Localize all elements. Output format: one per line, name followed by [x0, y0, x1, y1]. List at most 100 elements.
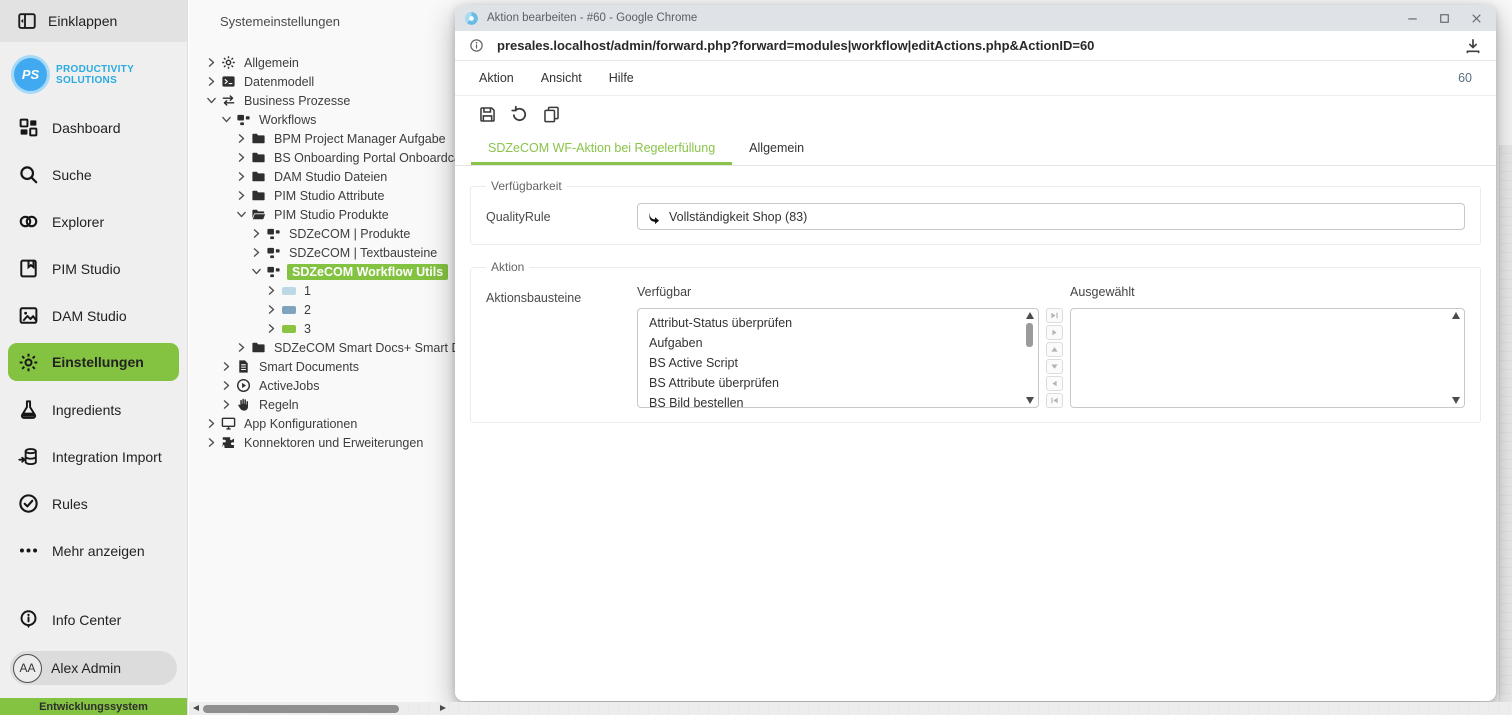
sidebar-item-mehr-anzeigen[interactable]: Mehr anzeigen — [0, 527, 187, 574]
chevron-right-icon[interactable] — [235, 151, 248, 164]
menu-ansicht[interactable]: Ansicht — [541, 69, 582, 87]
chevron-right-icon[interactable] — [220, 398, 233, 411]
tab-allgemein[interactable]: Allgemein — [732, 133, 821, 165]
list-item[interactable]: BS Active Script — [638, 353, 1038, 373]
list-item[interactable]: Aufgaben — [638, 333, 1038, 353]
action-legend: Aktion — [486, 260, 529, 274]
sidebar-item-info-center[interactable]: Info Center — [0, 596, 187, 643]
selected-listbox[interactable] — [1070, 308, 1465, 408]
scroll-up-icon[interactable] — [1026, 312, 1034, 319]
tree-node-label: SDZeCOM Workflow Utils — [287, 264, 448, 280]
knot-icon — [18, 211, 39, 232]
move-left-button[interactable] — [1046, 376, 1063, 391]
move-all-right-button[interactable] — [1046, 308, 1063, 323]
scroll-down-icon[interactable] — [1452, 397, 1460, 404]
vertical-scrollbar[interactable] — [1499, 145, 1512, 702]
chevron-right-icon[interactable] — [205, 56, 218, 69]
qualityrule-field[interactable]: Vollständigkeit Shop (83) — [637, 203, 1465, 230]
move-all-left-button[interactable] — [1046, 393, 1063, 408]
chevron-right-icon[interactable] — [220, 360, 233, 373]
sidebar-item-pim-studio[interactable]: PIM Studio — [0, 245, 187, 292]
tree-node-label: SDZeCOM | Textbausteine — [287, 245, 439, 261]
chevron-right-icon[interactable] — [265, 284, 278, 297]
chevron-right-icon[interactable] — [220, 379, 233, 392]
folder-icon — [251, 131, 266, 146]
selected-items — [1071, 309, 1464, 317]
horizontal-scrollbar-thumb[interactable] — [203, 705, 399, 713]
qualityrule-label: QualityRule — [486, 203, 637, 224]
flask-icon — [18, 399, 39, 420]
chevron-right-icon[interactable] — [205, 436, 218, 449]
sidebar-item-dashboard[interactable]: Dashboard — [0, 104, 187, 151]
chevron-right-icon[interactable] — [235, 341, 248, 354]
sidebar-collapse-button[interactable]: Einklappen — [0, 0, 187, 42]
download-icon[interactable] — [1464, 37, 1482, 55]
info-circle-icon[interactable] — [469, 38, 484, 53]
url-text[interactable]: presales.localhost/admin/forward.php?for… — [497, 38, 1094, 53]
available-label: Verfügbar — [637, 285, 1039, 299]
sidebar-item-suche[interactable]: Suche — [0, 151, 187, 198]
chevron-right-icon[interactable] — [250, 246, 263, 259]
chevron-down-icon[interactable] — [220, 113, 233, 126]
sitemap-icon — [266, 264, 281, 279]
list-item[interactable]: BS Bild bestellen — [638, 393, 1038, 408]
window-titlebar[interactable]: Aktion bearbeiten - #60 - Google Chrome — [455, 5, 1496, 31]
user-menu[interactable]: AA Alex Admin — [10, 651, 177, 685]
list-item[interactable]: BS Attribute überprüfen — [638, 373, 1038, 393]
maximize-button[interactable] — [1428, 6, 1460, 30]
sidebar-item-ingredients[interactable]: Ingredients — [0, 386, 187, 433]
tree-node-label: Regeln — [257, 397, 301, 413]
cycle-icon — [221, 93, 236, 108]
reload-button[interactable] — [510, 105, 529, 124]
chevron-down-icon[interactable] — [250, 265, 263, 278]
scroll-down-icon[interactable] — [1026, 397, 1034, 404]
sidebar-item-label: DAM Studio — [52, 308, 127, 324]
sidebar-item-einstellungen[interactable]: Einstellungen — [8, 343, 179, 381]
chevron-right-icon[interactable] — [205, 417, 218, 430]
available-items: Attribut-Status überprüfenAufgabenBS Act… — [638, 309, 1038, 408]
chip-icon — [281, 302, 296, 317]
tree-node-label: 3 — [302, 321, 313, 337]
menu-aktion[interactable]: Aktion — [479, 69, 514, 87]
move-right-button[interactable] — [1046, 325, 1063, 340]
folder-icon — [251, 340, 266, 355]
sitemap-icon — [236, 112, 251, 127]
chevron-right-icon[interactable] — [265, 303, 278, 316]
folder-open-icon — [251, 207, 266, 222]
menu-hilfe[interactable]: Hilfe — [609, 69, 634, 87]
close-button[interactable] — [1460, 6, 1492, 30]
move-up-button[interactable] — [1046, 342, 1063, 357]
chevron-right-icon[interactable] — [235, 170, 248, 183]
move-down-button[interactable] — [1046, 359, 1063, 374]
url-bar[interactable]: presales.localhost/admin/forward.php?for… — [455, 31, 1496, 61]
tree-node-label: SDZeCOM | Produkte — [287, 226, 412, 242]
scrollbar-thumb[interactable] — [1026, 323, 1033, 347]
tab-sdzecom-wf-aktion-bei-regelerf-llung[interactable]: SDZeCOM WF-Aktion bei Regelerfüllung — [471, 133, 732, 165]
copy-button[interactable] — [542, 105, 561, 124]
sidebar-item-explorer[interactable]: Explorer — [0, 198, 187, 245]
transfer-buttons — [1046, 308, 1063, 408]
minimize-button[interactable] — [1396, 6, 1428, 30]
chevron-right-icon[interactable] — [205, 75, 218, 88]
chevron-right-icon[interactable] — [250, 227, 263, 240]
available-list-scrollbar[interactable] — [1024, 312, 1035, 404]
horizontal-scrollbar[interactable] — [189, 702, 1512, 715]
chevron-right-icon[interactable] — [265, 322, 278, 335]
scroll-left-arrow[interactable] — [193, 705, 199, 711]
screen-root: { "colors": { "accent_green": "#84c241",… — [0, 0, 1512, 715]
chevron-right-icon[interactable] — [235, 189, 248, 202]
toolbar — [455, 96, 1496, 133]
sidebar-item-integration-import[interactable]: Integration Import — [0, 433, 187, 480]
list-item[interactable]: Attribut-Status überprüfen — [638, 313, 1038, 333]
sidebar-item-rules[interactable]: Rules — [0, 480, 187, 527]
chevron-down-icon[interactable] — [235, 208, 248, 221]
available-listbox[interactable]: Attribut-Status überprüfenAufgabenBS Act… — [637, 308, 1039, 408]
scroll-right-arrow[interactable] — [440, 705, 446, 711]
selected-list-scrollbar[interactable] — [1450, 312, 1461, 404]
chevron-down-icon[interactable] — [205, 94, 218, 107]
save-button[interactable] — [478, 105, 497, 124]
sidebar-item-label: Dashboard — [52, 120, 121, 136]
scroll-up-icon[interactable] — [1452, 312, 1460, 319]
chevron-right-icon[interactable] — [235, 132, 248, 145]
sidebar-item-dam-studio[interactable]: DAM Studio — [0, 292, 187, 339]
